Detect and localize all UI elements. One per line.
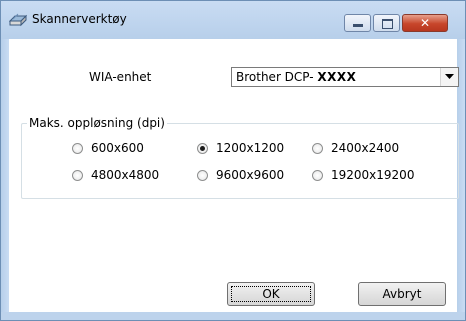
dropdown-arrow-button[interactable] <box>440 68 458 86</box>
maximize-icon <box>382 19 393 29</box>
radio-circle-icon <box>72 143 83 154</box>
ok-button[interactable]: OK <box>227 282 315 306</box>
radio-circle-icon <box>312 143 323 154</box>
radio-dot-icon <box>200 146 205 151</box>
dialog-body: WIA-enhet Brother DCP- XXXX Maks. oppløs… <box>9 39 459 312</box>
title-bar[interactable]: Skannerverktøy ✕ <box>1 1 465 39</box>
window-title: Skannerverktøy <box>32 12 127 26</box>
scanner-icon <box>8 12 28 28</box>
minimize-icon <box>353 24 363 27</box>
radio-circle-icon <box>197 143 208 154</box>
max-resolution-group: Maks. oppløsning (dpi) 600x600 1200x1200… <box>21 116 459 199</box>
wia-device-value: Brother DCP- XXXX <box>236 70 356 84</box>
close-button[interactable]: ✕ <box>402 14 448 32</box>
chevron-down-icon <box>445 74 454 79</box>
radio-label: 1200x1200 <box>216 141 285 155</box>
cancel-button[interactable]: Avbryt <box>358 282 446 306</box>
window-frame-left <box>1 39 9 320</box>
radio-label: 19200x19200 <box>331 168 415 182</box>
wia-device-value-prefix: Brother DCP- <box>236 70 318 84</box>
close-icon: ✕ <box>419 16 431 30</box>
radio-circle-icon <box>72 170 83 181</box>
radio-circle-icon <box>197 170 208 181</box>
radio-label: 600x600 <box>91 141 144 155</box>
wia-device-label: WIA-enhet <box>89 70 152 84</box>
minimize-button[interactable] <box>344 14 371 32</box>
wia-device-value-model: XXXX <box>317 70 357 84</box>
wia-device-select[interactable]: Brother DCP- XXXX <box>231 67 459 87</box>
cancel-button-label: Avbryt <box>382 287 422 301</box>
max-resolution-legend: Maks. oppløsning (dpi) <box>27 116 167 131</box>
radio-label: 2400x2400 <box>331 141 400 155</box>
radio-circle-icon <box>312 170 323 181</box>
scanner-utility-window: Skannerverktøy ✕ WIA-enhet Brother DCP- … <box>0 0 466 321</box>
window-frame-bottom <box>1 312 465 320</box>
focus-rectangle <box>231 286 311 302</box>
maximize-button[interactable] <box>373 14 400 32</box>
radio-label: 9600x9600 <box>216 168 285 182</box>
radio-label: 4800x4800 <box>91 168 160 182</box>
